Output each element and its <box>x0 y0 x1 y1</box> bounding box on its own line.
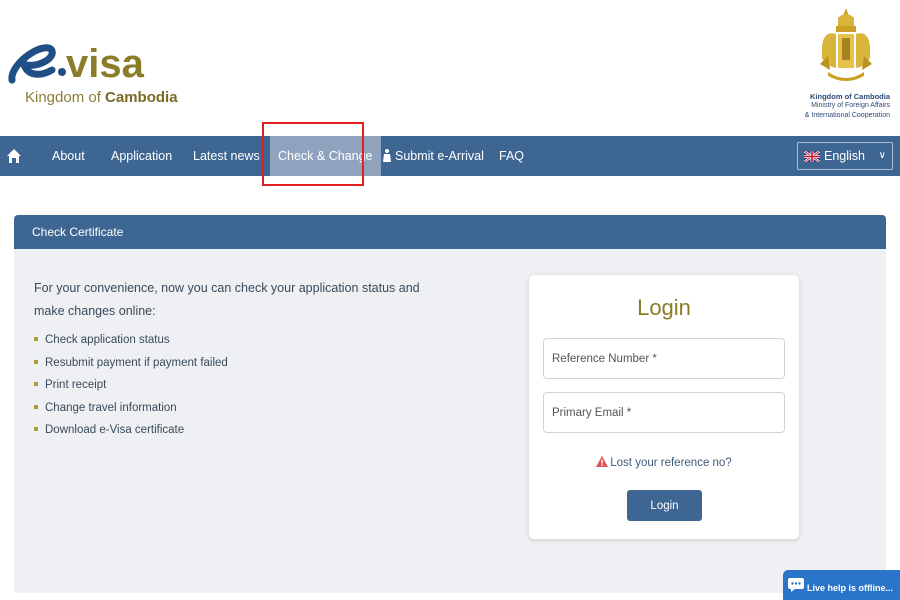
uk-flag-icon <box>804 151 820 162</box>
language-select[interactable]: English ∨ <box>797 142 893 170</box>
gov-ministry: Ministry of Foreign Affairs <box>811 102 890 109</box>
nav-item-about[interactable]: About <box>52 136 85 176</box>
logo-subtitle: Kingdom of Cambodia <box>25 89 178 106</box>
nav-item-latest-news[interactable]: Latest news <box>193 136 260 176</box>
site-header: visa Kingdom of Cambodia Kingdom of Camb… <box>0 0 900 136</box>
feature-item: Print receipt <box>34 376 228 399</box>
feature-item: Change travel information <box>34 399 228 422</box>
reference-number-input[interactable] <box>543 338 785 379</box>
warning-icon <box>596 456 609 467</box>
login-title: Login <box>637 295 691 320</box>
feature-item: Resubmit payment if payment failed <box>34 354 228 377</box>
nav-item-faq[interactable]: FAQ <box>499 136 524 176</box>
gov-title: Kingdom of Cambodia <box>810 92 890 101</box>
royal-emblem-icon <box>820 8 872 81</box>
nav-item-application[interactable]: Application <box>111 136 172 176</box>
primary-email-input[interactable] <box>543 392 785 433</box>
login-card: Login Lost your reference no? Login <box>529 275 799 539</box>
panel-title: Check Certificate <box>32 225 124 239</box>
main-nav: About Application Latest news Check & Ch… <box>0 136 900 176</box>
feature-item: Download e-Visa certificate <box>34 421 228 444</box>
login-button[interactable]: Login <box>627 490 702 521</box>
panel-header: Check Certificate <box>14 215 886 249</box>
intro-text: For your convenience, now you can check … <box>34 281 420 318</box>
home-icon[interactable] <box>6 148 22 164</box>
svg-text:visa: visa <box>66 42 145 86</box>
feature-item: Check application status <box>34 331 228 354</box>
highlight-annotation-box <box>262 122 364 186</box>
chevron-down-icon: ∨ <box>878 150 886 161</box>
government-emblem-block: Kingdom of Cambodia Ministry of Foreign … <box>800 6 890 126</box>
feature-list: Check application status Resubmit paymen… <box>34 331 228 444</box>
lost-reference-link[interactable]: Lost your reference no? <box>529 456 799 469</box>
language-label: English <box>824 149 865 163</box>
nav-item-submit-earrival[interactable]: Submit e-Arrival <box>382 136 484 176</box>
evisa-logo[interactable]: visa Kingdom of Cambodia <box>8 22 188 117</box>
gov-cooperation: & International Cooperation <box>804 112 890 119</box>
chat-bubble-icon <box>788 578 804 592</box>
traveler-icon <box>383 149 391 162</box>
evisa-logo-graphic: visa <box>8 42 145 86</box>
live-help-label: Live help is offline... <box>807 583 894 593</box>
live-help-widget[interactable]: Live help is offline... <box>783 570 900 600</box>
